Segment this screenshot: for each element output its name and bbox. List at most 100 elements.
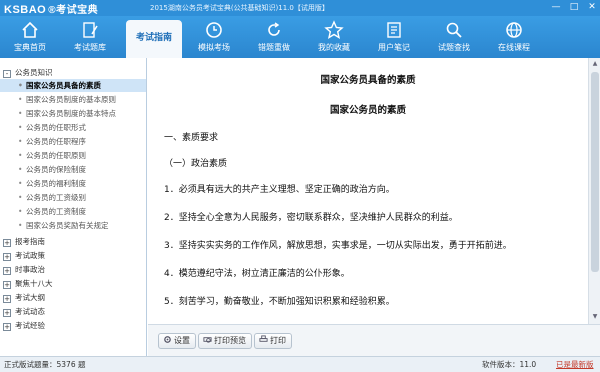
globe-icon bbox=[504, 20, 524, 40]
tree-node-label: 考试政策 bbox=[15, 251, 45, 260]
tree-item-label: 公务员的福利制度 bbox=[26, 179, 86, 188]
scroll-down-icon[interactable]: ▼ bbox=[590, 312, 600, 322]
article-subheading: 国家公务员的素质 bbox=[329, 105, 406, 116]
tree-node-label: 考试动态 bbox=[15, 307, 45, 316]
redo-icon bbox=[264, 20, 284, 40]
app-logo: KSBAO ®考试宝典 bbox=[4, 1, 98, 16]
maximize-button[interactable]: □ bbox=[566, 1, 582, 14]
article-heading: 国家公务员具备的素质 bbox=[320, 75, 416, 86]
bullet-icon: • bbox=[18, 151, 23, 160]
scroll-up-icon[interactable]: ▲ bbox=[590, 59, 600, 69]
bullet-icon: • bbox=[18, 179, 23, 188]
article-paragraph: 5．刻苦学习，勤奋敬业，不断加强知识积累和经验积累。 bbox=[164, 297, 395, 307]
toolbar-exam-guide-label: 考试指南 bbox=[135, 33, 172, 43]
bullet-icon: • bbox=[18, 81, 23, 90]
settings-button[interactable]: 设置 bbox=[158, 333, 196, 349]
tree-item[interactable]: • 国家公务员具备的素质 bbox=[0, 79, 146, 92]
toolbar-redo-wrong[interactable]: 错题重做 bbox=[246, 16, 302, 58]
tree-item[interactable]: • 公务员的工资级别 bbox=[0, 191, 146, 204]
tree-node-exam-syllabus[interactable]: + 考试大纲 bbox=[0, 291, 146, 304]
toolbar-online-course-label: 在线课程 bbox=[498, 43, 530, 52]
tree-item[interactable]: • 公务员的任职程序 bbox=[0, 135, 146, 148]
article-paragraph: 3．坚持实实实务的工作作风，解放思想，实事求是，一切从实际出发，勇于开拓前进。 bbox=[164, 241, 512, 251]
tree-item[interactable]: • 公务员的福利制度 bbox=[0, 177, 146, 190]
toolbar-home-label: 宝典首页 bbox=[14, 43, 46, 52]
article-paragraph: 4．模范遵纪守法，树立清正廉洁的公仆形象。 bbox=[164, 269, 350, 279]
tree-node-eighteenth-congress[interactable]: + 聚焦十八大 bbox=[0, 277, 146, 290]
sidebar-tree: - 公务员知识 • 国家公务员具备的素质 • 国家公务员制度的基本原则 • 国家公务员制… bbox=[0, 58, 147, 356]
bullet-icon: • bbox=[18, 95, 23, 104]
clock-icon bbox=[204, 20, 224, 40]
tree-item-label: 公务员的工资级别 bbox=[26, 193, 86, 202]
minimize-button[interactable]: — bbox=[548, 1, 564, 14]
tree-item[interactable]: • 国家公务员制度的基本特点 bbox=[0, 107, 146, 120]
tree-node-label: 聚焦十八大 bbox=[15, 279, 53, 288]
expand-toggle[interactable]: + bbox=[3, 323, 11, 331]
tree-node-civil-servant-knowledge[interactable]: - 公务员知识 bbox=[0, 66, 146, 79]
expand-toggle[interactable]: + bbox=[3, 239, 11, 247]
tree-item-label: 公务员的任职原则 bbox=[26, 151, 86, 160]
print-button[interactable]: 打印 bbox=[254, 333, 292, 349]
content-scrollbar[interactable]: ▲ ▼ bbox=[588, 58, 600, 324]
question-count: 正式版试题量：5376 题 bbox=[4, 360, 86, 369]
search-icon bbox=[444, 20, 464, 40]
action-bar: 设置 打印预览 打印 bbox=[148, 324, 600, 356]
toolbar-question-search-label: 试题查找 bbox=[438, 43, 470, 52]
tree-node-exam-news[interactable]: + 考试动态 bbox=[0, 305, 146, 318]
print-label: 打印 bbox=[270, 336, 286, 345]
home-icon bbox=[20, 20, 40, 40]
tree-item[interactable]: • 公务员的任职形式 bbox=[0, 121, 146, 134]
tree-item[interactable]: • 国家公务员制度的基本原则 bbox=[0, 93, 146, 106]
tree-node-label: 时事政治 bbox=[15, 265, 45, 274]
bullet-icon: • bbox=[18, 109, 23, 118]
article-paragraph: （一）政治素质 bbox=[164, 159, 228, 169]
tree-node-exam-policy[interactable]: + 考试政策 bbox=[0, 249, 146, 262]
logo-text: KSBAO bbox=[4, 4, 47, 16]
tree-item-label: 公务员的保险制度 bbox=[26, 165, 86, 174]
toolbar-question-bank[interactable]: 考试题库 bbox=[62, 16, 118, 58]
toolbar-user-notes[interactable]: 用户笔记 bbox=[366, 16, 422, 58]
bullet-icon: • bbox=[18, 221, 23, 230]
title-bar: KSBAO ®考试宝典 2015湖南公务员考试宝典(公共基础知识)11.0【试用版… bbox=[0, 0, 600, 16]
tree-node-label: 考试大纲 bbox=[15, 293, 45, 302]
collapse-toggle[interactable]: - bbox=[3, 70, 11, 78]
settings-label: 设置 bbox=[174, 336, 190, 345]
print-preview-icon bbox=[203, 335, 212, 344]
article-paragraph: 2．坚持全心全意为人民服务，密切联系群众，坚决维护人民群众的利益。 bbox=[164, 213, 458, 223]
tree-item-label: 国家公务员制度的基本原则 bbox=[26, 95, 116, 104]
toolbar-exam-guide[interactable]: 考试指南 bbox=[126, 20, 182, 58]
article-paragraph: 一、素质要求 bbox=[164, 133, 219, 143]
toolbar-favorites[interactable]: 我的收藏 bbox=[306, 16, 362, 58]
toolbar-home[interactable]: 宝典首页 bbox=[2, 16, 58, 58]
notes-icon bbox=[384, 20, 404, 40]
toolbar-mock-exam[interactable]: 模拟考场 bbox=[186, 16, 242, 58]
bullet-icon: • bbox=[18, 165, 23, 174]
toolbar-online-course[interactable]: 在线课程 bbox=[486, 16, 542, 58]
tree-item-label: 国家公务员奖励有关规定 bbox=[26, 221, 109, 230]
print-preview-label: 打印预览 bbox=[214, 336, 246, 345]
bullet-icon: • bbox=[18, 137, 23, 146]
tree-node-label: 公务员知识 bbox=[15, 68, 53, 77]
toolbar-question-bank-label: 考试题库 bbox=[74, 43, 106, 52]
print-preview-button[interactable]: 打印预览 bbox=[198, 333, 252, 349]
tree-node-exam-experience[interactable]: + 考试经验 bbox=[0, 319, 146, 332]
expand-toggle[interactable]: + bbox=[3, 295, 11, 303]
tree-item[interactable]: • 公务员的保险制度 bbox=[0, 163, 146, 176]
toolbar-question-search[interactable]: 试题查找 bbox=[426, 16, 482, 58]
update-link[interactable]: 已是最新版 bbox=[556, 357, 594, 372]
pencil-icon bbox=[80, 20, 100, 40]
scroll-thumb[interactable] bbox=[591, 72, 599, 272]
tree-item[interactable]: • 公务员的工资制度 bbox=[0, 205, 146, 218]
bullet-icon: • bbox=[18, 123, 23, 132]
software-version: 软件版本：11.0 bbox=[482, 360, 537, 369]
tree-item[interactable]: • 公务员的任职原则 bbox=[0, 149, 146, 162]
tree-node-exam-guide[interactable]: + 报考指南 bbox=[0, 235, 146, 248]
tree-node-current-affairs[interactable]: + 时事政治 bbox=[0, 263, 146, 276]
expand-toggle[interactable]: + bbox=[3, 253, 11, 261]
main-toolbar: 宝典首页 考试题库 考试指南 模拟考场 错题重做 我的收藏 用户笔记 试题查找 … bbox=[0, 16, 600, 58]
expand-toggle[interactable]: + bbox=[3, 267, 11, 275]
expand-toggle[interactable]: + bbox=[3, 309, 11, 317]
close-button[interactable]: ✕ bbox=[584, 1, 600, 14]
expand-toggle[interactable]: + bbox=[3, 281, 11, 289]
tree-item[interactable]: • 国家公务员奖励有关规定 bbox=[0, 219, 146, 232]
